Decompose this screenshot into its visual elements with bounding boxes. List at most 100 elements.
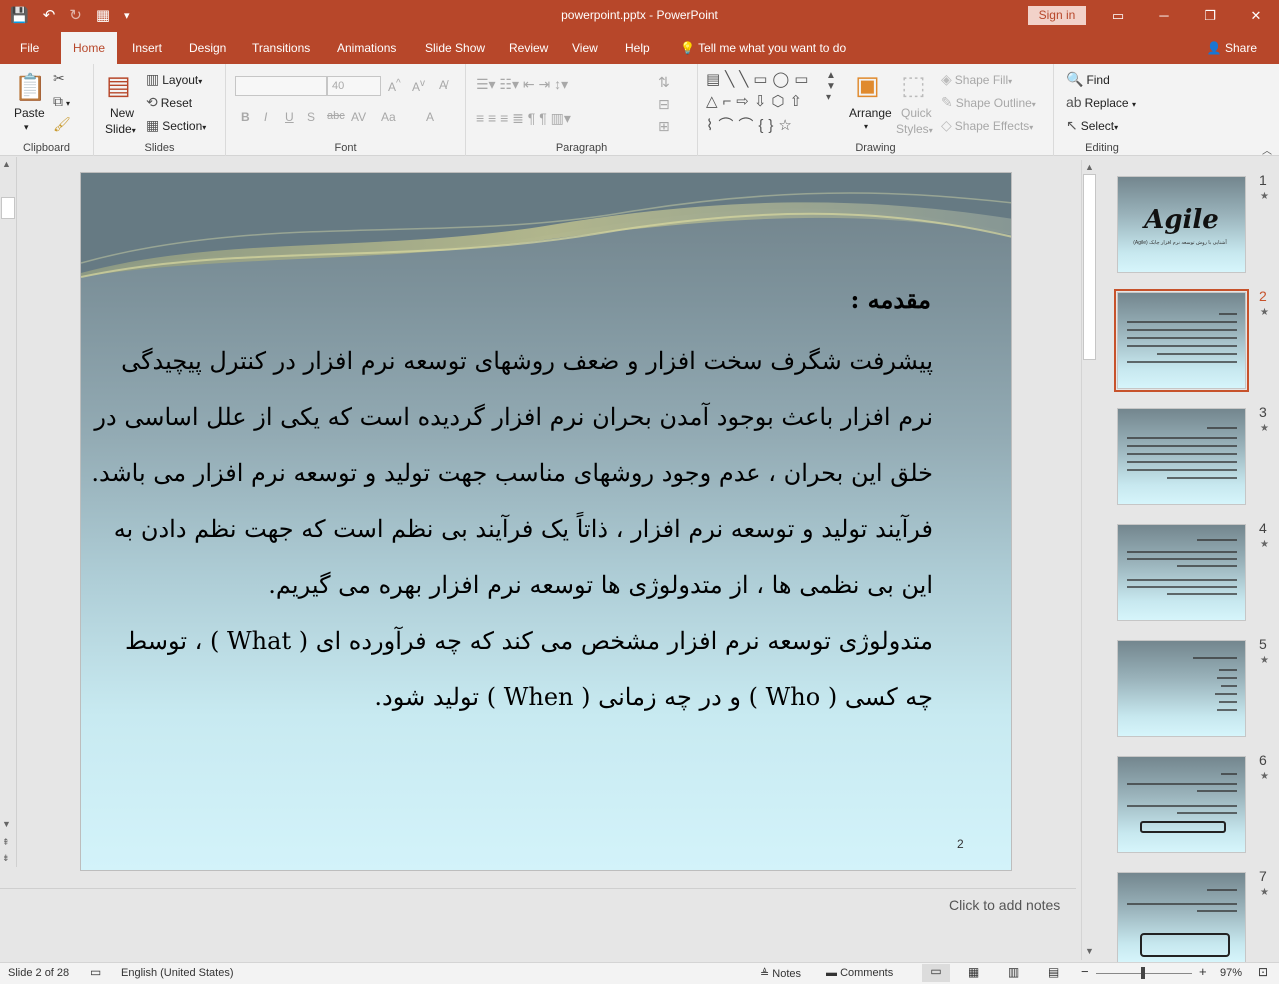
animation-star-icon: ★	[1260, 307, 1269, 318]
comments-button[interactable]: ▬ Comments	[826, 967, 893, 979]
shrink-font-icon[interactable]: Av	[412, 78, 425, 94]
scroll-thumb[interactable]	[1083, 174, 1096, 360]
grow-font-icon[interactable]: A^	[388, 78, 401, 94]
scroll-down-icon[interactable]: ▼	[2, 819, 11, 829]
collapse-ribbon-icon[interactable]: ︿	[1262, 142, 1272, 157]
notes-placeholder[interactable]: Click to add notes	[949, 897, 1060, 913]
slide-sorter-icon[interactable]: ▦	[968, 965, 979, 979]
reset-button[interactable]: ⟲ Reset	[146, 94, 192, 111]
animation-star-icon: ★	[1260, 887, 1269, 898]
align-text-icon[interactable]: ⊟	[658, 96, 670, 113]
tab-animations[interactable]: Animations	[333, 32, 400, 64]
change-case-button[interactable]: Aa	[381, 110, 396, 124]
spellcheck-icon[interactable]: ▭	[90, 965, 101, 979]
tab-transitions[interactable]: Transitions	[248, 32, 314, 64]
scroll-up-icon[interactable]: ▲	[1085, 162, 1094, 172]
find-button[interactable]: 🔍 Find	[1066, 71, 1110, 88]
underline-button[interactable]: U	[285, 110, 294, 124]
slide-canvas[interactable]: مقدمه : پیشرفت شگرف سخت افزار و ضعف روشه…	[80, 172, 1012, 871]
arrange-dropdown-icon[interactable]: ▾	[864, 122, 868, 131]
font-name-combo[interactable]	[235, 76, 327, 96]
align-icons[interactable]: ≡ ≡ ≡ ≣ ¶ ¶ ▥▾	[476, 110, 571, 127]
bold-button[interactable]: B	[241, 110, 250, 124]
clipboard-group: 📋 Paste ▾ ✂ ⧉ ▾ 🖌 Clipboard	[0, 64, 94, 156]
minimize-icon[interactable]: ─	[1141, 0, 1187, 32]
bullets-icon[interactable]: ☰▾ ☷▾ ⇤ ⇥ ↕▾	[476, 76, 568, 93]
next-slide-icon[interactable]: ⇟	[2, 853, 10, 864]
paste-button[interactable]: Paste	[14, 106, 45, 120]
zoom-slider-thumb[interactable]	[1141, 967, 1145, 979]
layout-button[interactable]: ▥ Layout▾	[146, 71, 202, 88]
tab-review[interactable]: Review	[505, 32, 552, 64]
quick-styles-button[interactable]: Quick	[901, 106, 932, 120]
thumbnail-slide-7[interactable]	[1117, 872, 1246, 962]
scroll-thumb[interactable]	[1, 197, 15, 219]
zoom-level[interactable]: 97%	[1220, 967, 1242, 979]
slideshow-view-icon[interactable]: ▤	[1048, 965, 1059, 979]
notes-divider[interactable]	[0, 888, 1076, 889]
tab-slide-show[interactable]: Slide Show	[421, 32, 489, 64]
normal-view-icon[interactable]: ▭	[922, 964, 950, 982]
cut-icon[interactable]: ✂	[53, 70, 68, 87]
thumb-text-line	[1127, 558, 1237, 560]
tab-help[interactable]: Help	[621, 32, 654, 64]
thumb-text-line	[1207, 889, 1237, 891]
tab-view[interactable]: View	[568, 32, 602, 64]
new-slide-label-2[interactable]: Slide▾	[105, 122, 136, 136]
shapes-gallery-row1[interactable]: ▤╲╲▭◯▭	[706, 70, 813, 88]
restore-icon[interactable]: ❐	[1187, 0, 1233, 32]
new-slide-button[interactable]: New	[110, 106, 134, 120]
slide-counter[interactable]: Slide 2 of 28	[8, 967, 69, 979]
language-indicator[interactable]: English (United States)	[121, 967, 234, 979]
shadow-button[interactable]: S	[307, 110, 315, 124]
slide-body-text[interactable]: پیشرفت شگرف سخت افزار و ضعف روشهای توسعه…	[91, 277, 933, 725]
replace-button[interactable]: ab Replace ▾	[1066, 94, 1136, 110]
section-button[interactable]: ▦ Section▾	[146, 117, 206, 134]
reading-view-icon[interactable]: ▥	[1008, 965, 1019, 979]
tab-home[interactable]: Home	[61, 32, 118, 64]
scroll-up-icon[interactable]: ▲	[2, 159, 11, 169]
thumbnail-slide-2[interactable]	[1114, 289, 1249, 392]
font-color-button[interactable]: A	[426, 110, 434, 124]
paste-dropdown-icon[interactable]: ▾	[24, 122, 29, 133]
tab-file[interactable]: File	[16, 32, 43, 64]
close-icon[interactable]: ✕	[1233, 0, 1279, 32]
char-spacing-button[interactable]: AV	[351, 110, 366, 124]
shapes-gallery-row2[interactable]: △⌐⇨⇩⬡⇧	[706, 92, 807, 110]
share-button[interactable]: 👤 Share	[1207, 41, 1257, 55]
tell-me-search[interactable]: 💡 Tell me what you want to do	[676, 32, 850, 64]
strikethrough-button[interactable]: abc	[327, 110, 345, 122]
clear-format-icon[interactable]: A̸	[439, 78, 447, 92]
arrange-button[interactable]: Arrange	[849, 106, 892, 120]
thumbnail-slide-5[interactable]	[1117, 640, 1246, 737]
zoom-out-icon[interactable]: −	[1081, 964, 1089, 979]
smartart-icon[interactable]: ⊞	[658, 118, 670, 135]
quick-styles-label-2[interactable]: Styles▾	[896, 122, 933, 136]
select-button[interactable]: ↖ Select▾	[1066, 117, 1118, 134]
title-bar: 💾 ↶ ↻ ▦ ▾ powerpoint.pptx - PowerPoint S…	[0, 0, 1279, 32]
shapes-more-icon[interactable]: ▲ ▼ ▾	[826, 70, 836, 103]
shape-outline-button[interactable]: ✎ Shape Outline▾	[941, 94, 1036, 111]
notes-button[interactable]: ≜ Notes	[760, 967, 801, 980]
shape-fill-button[interactable]: ◈ Shape Fill▾	[941, 71, 1012, 88]
italic-button[interactable]: I	[264, 110, 267, 124]
shapes-gallery-row3[interactable]: ⌇⌒⌒{}☆	[706, 114, 797, 135]
tab-insert[interactable]: Insert	[128, 32, 166, 64]
ribbon-display-icon[interactable]: ▭	[1095, 0, 1141, 32]
copy-icon[interactable]: ⧉ ▾	[53, 93, 70, 110]
sign-in-button[interactable]: Sign in	[1028, 6, 1086, 25]
left-scrollbar[interactable]: ▲ ▼ ⇞ ⇟	[0, 157, 17, 867]
zoom-in-icon[interactable]: +	[1199, 964, 1207, 979]
thumbnail-slide-1[interactable]: Agile آشنایی با روش توسعه نرم افزار چابک…	[1117, 176, 1246, 273]
tab-design[interactable]: Design	[185, 32, 230, 64]
prev-slide-icon[interactable]: ⇞	[2, 837, 10, 848]
fit-to-window-icon[interactable]: ⊡	[1258, 965, 1268, 979]
format-painter-icon[interactable]: 🖌	[53, 116, 74, 133]
scroll-down-icon[interactable]: ▼	[1085, 946, 1094, 956]
thumbnail-slide-3[interactable]	[1117, 408, 1246, 505]
font-size-combo[interactable]: 40	[327, 76, 381, 96]
text-direction-icon[interactable]: ⇅	[658, 74, 670, 91]
thumbnail-slide-6[interactable]	[1117, 756, 1246, 853]
shape-effects-button[interactable]: ◇ Shape Effects▾	[941, 117, 1033, 134]
thumbnail-slide-4[interactable]	[1117, 524, 1246, 621]
